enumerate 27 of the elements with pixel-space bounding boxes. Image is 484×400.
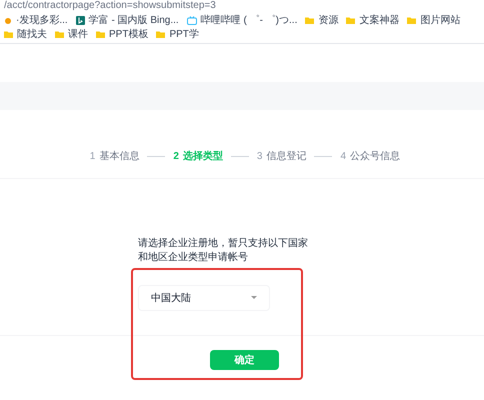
bookmark[interactable]: PPT模板 (96, 28, 148, 41)
bookmark[interactable]: 学富 - 国内版 Bing... (76, 14, 179, 27)
folder-icon (346, 16, 356, 25)
bookmark[interactable]: 资源 (305, 14, 338, 27)
step-label: 3 信息登记 (256, 150, 306, 164)
folder-icon (55, 30, 64, 39)
bookmark[interactable]: 课件 (55, 28, 88, 41)
bookmark[interactable]: 随找夫 (4, 28, 47, 41)
bookmark[interactable]: ·发现多彩... (4, 14, 68, 27)
folder-icon (305, 16, 314, 25)
step-label: 2 选择类型 (173, 150, 223, 164)
instruction-text: 请选择企业注册地，暂只支持以下国家和地区企业类型申请帐号 (138, 237, 309, 265)
tv-icon (186, 16, 197, 25)
site-icon (76, 16, 85, 25)
folder-icon (407, 16, 416, 25)
bookmark[interactable]: 哔哩哔哩 ( ゜- ゜)つ... (186, 14, 298, 27)
bookmark[interactable]: PPT学 (156, 28, 199, 41)
folder-icon (156, 30, 166, 39)
region-dropdown[interactable]: 中国大陆 (138, 285, 270, 311)
step-label: 1 基本信息 (90, 150, 140, 164)
folder-icon (4, 30, 13, 39)
step-label: 4 公众号信息 (340, 150, 400, 164)
caret-icon (251, 296, 257, 300)
site-icon (4, 16, 12, 24)
bookmark[interactable]: 文案神器 (346, 14, 400, 27)
bookmark[interactable]: 图片网站 (407, 14, 460, 27)
folder-icon (96, 30, 105, 39)
